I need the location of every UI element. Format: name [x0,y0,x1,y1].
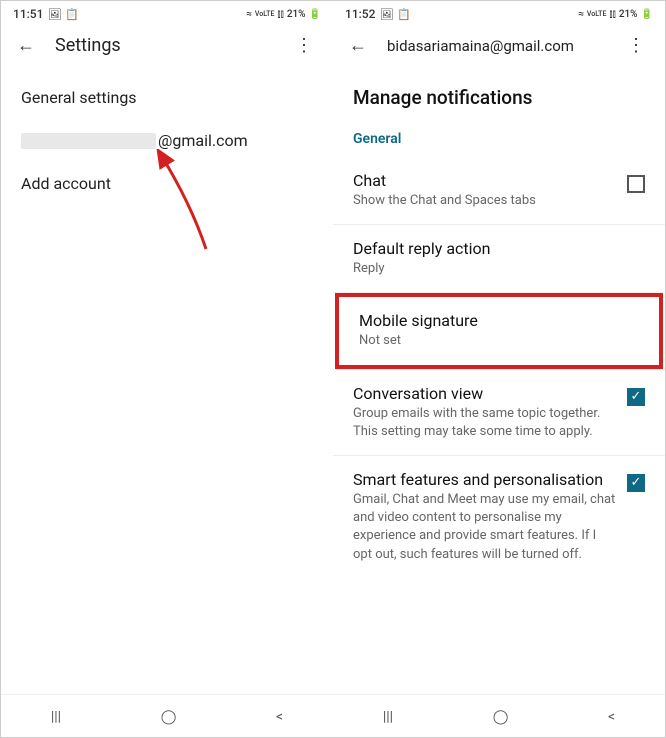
recents-button[interactable]: ||| [31,705,81,729]
signal-icon: ⫾⫾ [609,9,615,20]
chat-setting[interactable]: Chat Show the Chat and Spaces tabs [333,157,665,224]
app-bar: ← bidasariamaina@gmail.com ⋮ [333,23,665,68]
status-bar: 11:51 🖼 📋 ≈ VoLTE ⫾⫾ 21% 🔋 [1,1,333,23]
setting-sub: Show the Chat and Spaces tabs [353,192,617,210]
setting-title: Default reply action [353,239,635,258]
app-bar: ← Settings ⋮ [1,23,333,68]
home-button[interactable]: ◯ [141,705,197,729]
volte-label: VoLTE [255,10,274,18]
redacted-email-prefix [21,133,156,149]
back-nav-button[interactable]: < [256,705,303,729]
nav-bar: ||| ◯ < [1,694,333,737]
highlight-mobile-signature: Mobile signature Not set [335,293,663,368]
account-email-item[interactable]: @gmail.com [1,119,333,162]
setting-title: Mobile signature [359,311,629,330]
home-button[interactable]: ◯ [473,705,529,729]
general-subheading: General [333,125,665,157]
more-button[interactable]: ⋮ [623,35,649,56]
screen-settings: 11:51 🖼 📋 ≈ VoLTE ⫾⫾ 21% 🔋 ← Settings ⋮ … [1,1,333,737]
email-suffix: @gmail.com [158,131,248,150]
chat-checkbox[interactable] [627,175,645,193]
screen-account-settings: 11:52 🖼 📋 ≈ VoLTE ⫾⫾ 21% 🔋 ← bidasariama… [333,1,665,737]
image-icon: 🖼 [47,8,61,21]
app-title: Settings [55,35,271,56]
smart-checkbox[interactable]: ✓ [627,474,645,492]
smart-features-setting[interactable]: Smart features and personalisation Gmail… [333,456,665,578]
back-nav-button[interactable]: < [588,705,635,729]
signature-setting[interactable]: Mobile signature Not set [339,297,659,364]
signal-icon: ⫾⫾ [277,9,283,20]
back-button[interactable]: ← [349,35,367,56]
battery-icon: 🔋 [309,9,321,20]
account-email: bidasariamaina@gmail.com [387,37,603,55]
nav-bar: ||| ◯ < [333,694,665,737]
setting-title: Chat [353,171,617,190]
more-button[interactable]: ⋮ [291,35,317,56]
battery-icon: 🔋 [641,9,653,20]
setting-sub: Not set [359,332,629,350]
conversation-setting[interactable]: Conversation view Group emails with the … [333,370,665,455]
check-icon: ✓ [631,389,642,404]
wifi-icon: ≈ [578,9,584,20]
clipboard-icon: 📋 [397,8,411,21]
wifi-icon: ≈ [246,9,252,20]
battery-pct: 21% [619,9,638,20]
battery-pct: 21% [287,9,306,20]
recents-button[interactable]: ||| [363,705,413,729]
image-icon: 🖼 [379,8,393,21]
status-time: 11:52 [345,7,375,21]
status-time: 11:51 [13,7,43,21]
clipboard-icon: 📋 [65,8,79,21]
back-button[interactable]: ← [17,35,35,56]
setting-sub: Gmail, Chat and Meet may use my email, c… [353,491,617,564]
reply-setting[interactable]: Default reply action Reply [333,225,665,292]
general-settings-item[interactable]: General settings [1,76,333,119]
conversation-checkbox[interactable]: ✓ [627,388,645,406]
setting-sub: Reply [353,260,635,278]
volte-label: VoLTE [587,10,606,18]
add-account-item[interactable]: Add account [1,162,333,205]
setting-sub: Group emails with the same topic togethe… [353,405,617,441]
settings-list: General settings @gmail.com Add account [1,68,333,694]
section-heading: Manage notifications [333,76,665,125]
setting-title: Smart features and personalisation [353,470,617,489]
check-icon: ✓ [631,475,642,490]
account-settings-list: Manage notifications General Chat Show t… [333,68,665,694]
status-bar: 11:52 🖼 📋 ≈ VoLTE ⫾⫾ 21% 🔋 [333,1,665,23]
setting-title: Conversation view [353,384,617,403]
